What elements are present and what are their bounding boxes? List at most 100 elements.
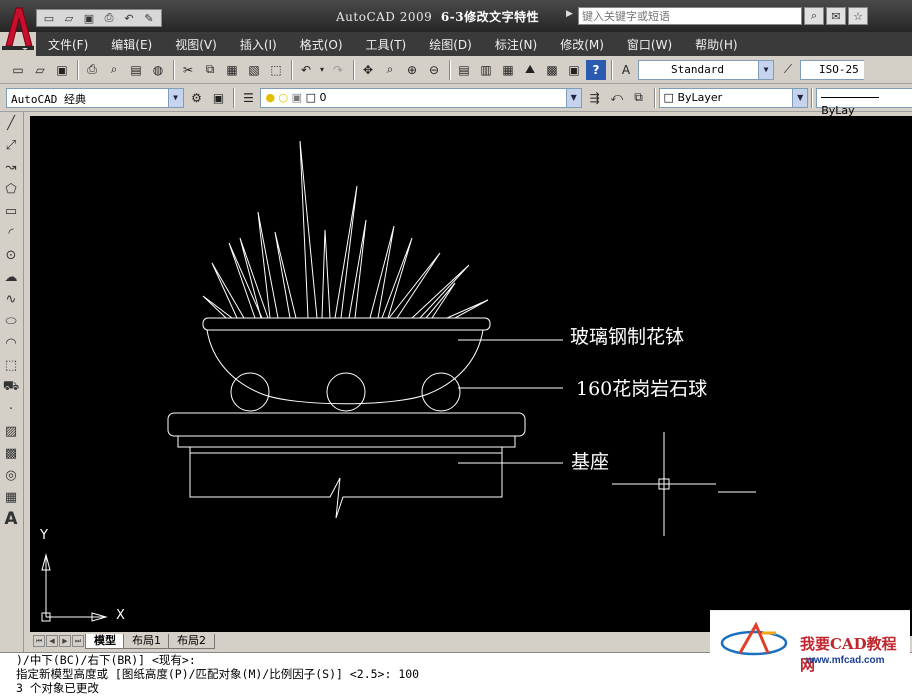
help-icon[interactable]: ?: [586, 59, 606, 80]
revision-cloud-icon[interactable]: ☁: [0, 266, 22, 288]
cut-icon[interactable]: ✂: [178, 60, 198, 80]
tab-model[interactable]: 模型: [85, 633, 125, 649]
text-style-select[interactable]: Standard ▼: [638, 59, 774, 80]
ellipse-arc-icon[interactable]: ◠: [0, 332, 22, 354]
region-icon[interactable]: ◎: [0, 464, 22, 486]
linetype-value: ByLay: [821, 103, 855, 117]
color-swatch-icon: □: [663, 90, 674, 104]
drawing-area[interactable]: 玻璃钢制花钵 160花岗岩石球 基座 Y X: [30, 116, 912, 636]
line-icon[interactable]: ╱: [0, 112, 22, 134]
gradient-icon[interactable]: ▩: [0, 442, 22, 464]
layer-previous-icon[interactable]: ⤺: [607, 88, 627, 108]
info-arrow-icon: ▶: [566, 9, 573, 19]
color-select[interactable]: □ ByLayer ▼: [658, 87, 809, 108]
menu-format[interactable]: 格式(O): [300, 36, 343, 53]
menu-view[interactable]: 视图(V): [175, 36, 217, 53]
communication-icon[interactable]: ✉: [826, 7, 846, 25]
window-title: AutoCAD 2009 6-3修改文字特性: [336, 8, 539, 25]
menu-dimension[interactable]: 标注(N): [495, 36, 537, 53]
tool-palettes-icon[interactable]: ▦: [498, 60, 518, 80]
construction-line-icon[interactable]: ⤢: [0, 134, 22, 156]
arc-icon[interactable]: ◜: [0, 222, 22, 244]
draw-toolbar: ╱ ⤢ ↝ ⬠ ▭ ◜ ⊙ ☁ ∿ ⬭ ◠ ⬚ ⛟ · ▨ ▩ ◎ ▦ A: [0, 112, 24, 652]
ucs-y-label: Y: [40, 528, 48, 543]
match-properties-icon[interactable]: ▧: [244, 60, 264, 80]
zoom-previous-icon[interactable]: ⊖: [424, 60, 444, 80]
menu-modify[interactable]: 修改(M): [560, 36, 604, 53]
sheet-set-icon[interactable]: ⛰: [520, 60, 540, 80]
favorites-icon[interactable]: ☆: [848, 7, 868, 25]
last-tab-icon[interactable]: ⏭: [72, 635, 84, 647]
workspace-settings-icon[interactable]: ⚙: [187, 88, 207, 108]
search-icon[interactable]: ⌕: [804, 7, 824, 25]
properties-icon[interactable]: ▤: [454, 60, 474, 80]
hatch-icon[interactable]: ▨: [0, 420, 22, 442]
layer-properties-icon[interactable]: ☰: [238, 88, 258, 108]
undo-dropdown-icon[interactable]: ▾: [318, 60, 326, 80]
insert-block-icon[interactable]: ⬚: [0, 354, 22, 376]
point-icon[interactable]: ·: [0, 398, 22, 420]
design-center-icon[interactable]: ▥: [476, 60, 496, 80]
menu-edit[interactable]: 编辑(E): [111, 36, 152, 53]
rectangle-icon[interactable]: ▭: [0, 200, 22, 222]
text-style-icon[interactable]: A: [616, 60, 636, 80]
lightbulb-icon: ●: [265, 90, 276, 104]
layer-select[interactable]: ● ○ ▣ □ 0 ▼: [260, 87, 582, 108]
undo-icon[interactable]: ↶: [120, 11, 138, 26]
edit-icon[interactable]: ✎: [140, 11, 158, 26]
first-tab-icon[interactable]: ⏮: [33, 635, 45, 647]
workspace-save-icon[interactable]: ▣: [209, 88, 229, 108]
autocad-logo-icon[interactable]: [2, 4, 34, 50]
search-input[interactable]: [578, 7, 802, 25]
open-icon[interactable]: ▱: [60, 11, 78, 26]
polyline-icon[interactable]: ↝: [0, 156, 22, 178]
tab-layout1[interactable]: 布局1: [123, 633, 170, 649]
ellipse-icon[interactable]: ⬭: [0, 310, 22, 332]
menu-insert[interactable]: 插入(I): [240, 36, 277, 53]
dim-style-icon[interactable]: ⟋: [778, 60, 798, 80]
tab-layout2[interactable]: 布局2: [168, 633, 215, 649]
pan-icon[interactable]: ✥: [358, 60, 378, 80]
menu-help[interactable]: 帮助(H): [695, 36, 737, 53]
menu-draw[interactable]: 绘图(D): [429, 36, 472, 53]
table-icon[interactable]: ▦: [0, 486, 22, 508]
make-layer-current-icon[interactable]: ⇶: [585, 88, 605, 108]
circle-icon[interactable]: ⊙: [0, 244, 22, 266]
next-tab-icon[interactable]: ▶: [59, 635, 71, 647]
publish-icon[interactable]: ▤: [126, 60, 146, 80]
quick-access-toolbar: ▭ ▱ ▣ ⎙ ↶ ✎: [36, 9, 162, 27]
qnew-icon[interactable]: ▭: [8, 60, 28, 80]
command-history-line: 3 个对象已更改: [16, 681, 99, 695]
linetype-select[interactable]: ByLay: [816, 87, 912, 117]
menu-window[interactable]: 窗口(W): [627, 36, 672, 53]
save-file-icon[interactable]: ▣: [52, 60, 72, 80]
copy-icon[interactable]: ⧉: [200, 60, 220, 80]
make-block-icon[interactable]: ⛟: [0, 376, 22, 398]
zoom-window-icon[interactable]: ⊕: [402, 60, 422, 80]
layer-states-icon[interactable]: ⧉: [629, 88, 649, 108]
save-icon[interactable]: ▣: [80, 11, 98, 26]
prev-tab-icon[interactable]: ◀: [46, 635, 58, 647]
quickcalc-icon[interactable]: ▣: [564, 60, 584, 80]
print-icon[interactable]: ⎙: [100, 11, 118, 26]
multiline-text-icon[interactable]: A: [0, 508, 22, 530]
standard-toolbar: ▭ ▱ ▣ ⎙ ⌕ ▤ ◍ ✂ ⧉ ▦ ▧ ⬚ ↶ ▾ ↷ ✥ ⌕ ⊕ ⊖ ▤ …: [0, 56, 912, 84]
spline-icon[interactable]: ∿: [0, 288, 22, 310]
drawing-canvas[interactable]: [30, 116, 912, 636]
menu-tools[interactable]: 工具(T): [366, 36, 407, 53]
markup-icon[interactable]: ▩: [542, 60, 562, 80]
redo-icon[interactable]: ↷: [328, 60, 348, 80]
3d-dwf-icon[interactable]: ◍: [148, 60, 168, 80]
plot-preview-icon[interactable]: ⌕: [104, 60, 124, 80]
open-file-icon[interactable]: ▱: [30, 60, 50, 80]
dim-style-select[interactable]: ISO-25: [800, 59, 864, 80]
polygon-icon[interactable]: ⬠: [0, 178, 22, 200]
menu-file[interactable]: 文件(F): [48, 36, 88, 53]
new-icon[interactable]: ▭: [40, 11, 58, 26]
paste-icon[interactable]: ▦: [222, 60, 242, 80]
workspace-select[interactable]: AutoCAD 经典 ▼: [5, 87, 184, 108]
plot-icon[interactable]: ⎙: [82, 60, 102, 80]
undo-icon[interactable]: ↶: [296, 60, 316, 80]
zoom-realtime-icon[interactable]: ⌕: [380, 60, 400, 80]
block-editor-icon[interactable]: ⬚: [266, 60, 286, 80]
